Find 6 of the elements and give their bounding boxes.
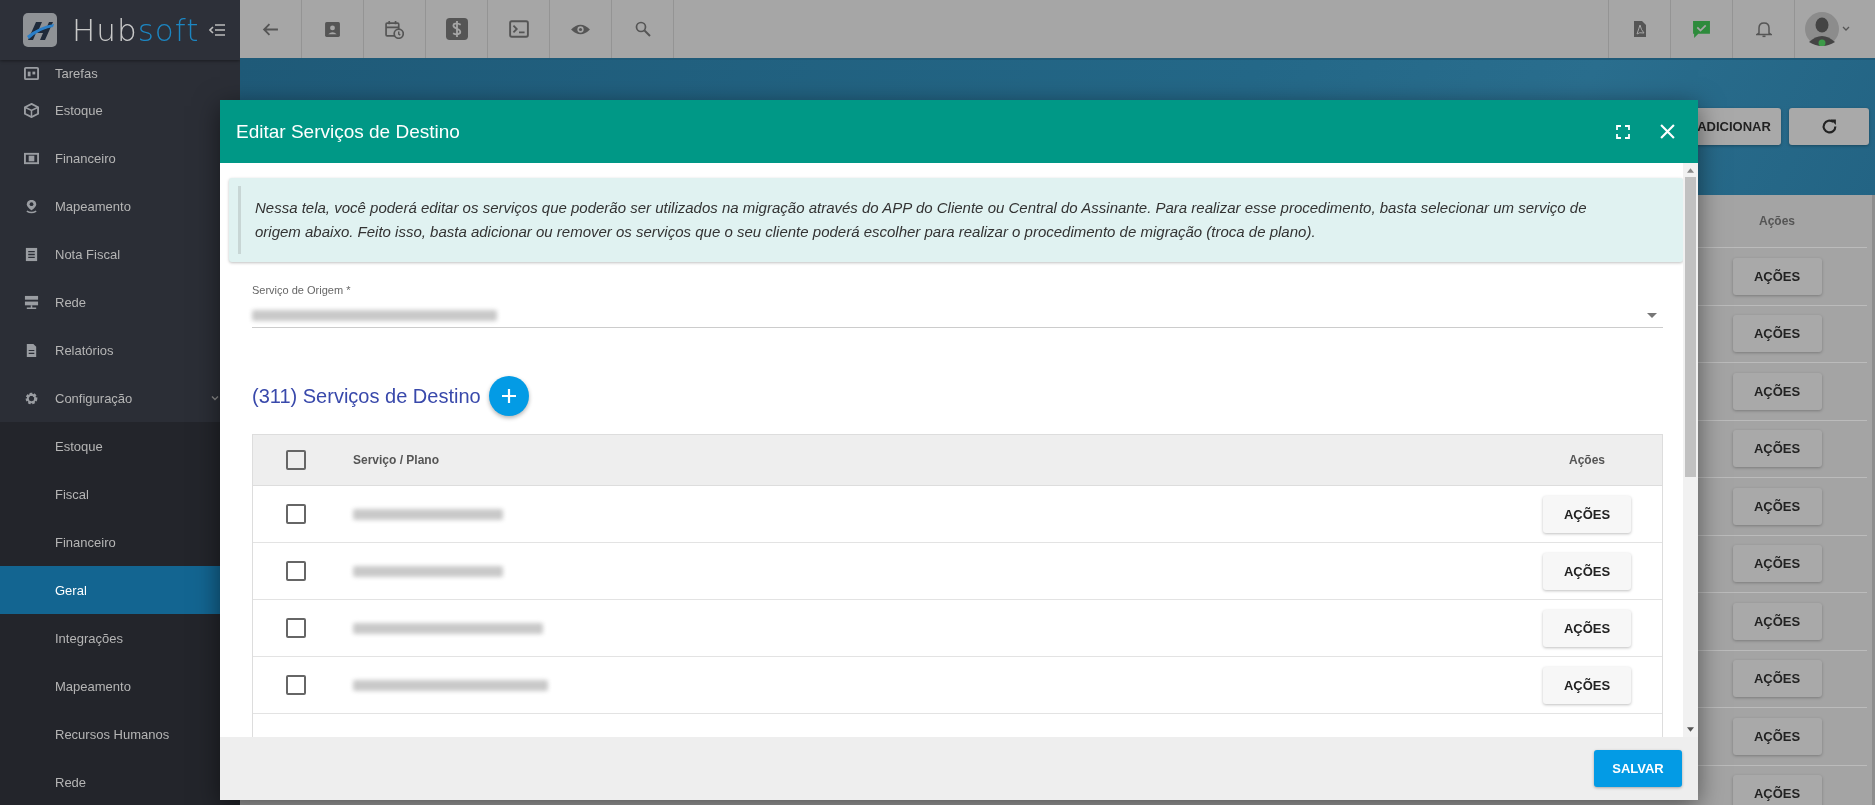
column-header: Ações [1759,214,1795,228]
column-header: Ações [1568,453,1606,467]
column-header: Serviço / Plano [352,453,441,467]
brand-name: Hubsoft [72,12,200,48]
notice-text: Nessa tela, você poderá editar os serviços que poderão ser utilizados na migração através do APP do Cliente ou Central do Assinante. Para realizar esse procedimento, basta selecionar um serviço de origem abaixo. Feito isso, basta adicionar ou remover os serviços que o seu cliente poderá escolher para realizar o procedimento de migração (troca de plano). [254,198,1588,242]
section-title: (311) Serviços de Destino [252,384,481,408]
